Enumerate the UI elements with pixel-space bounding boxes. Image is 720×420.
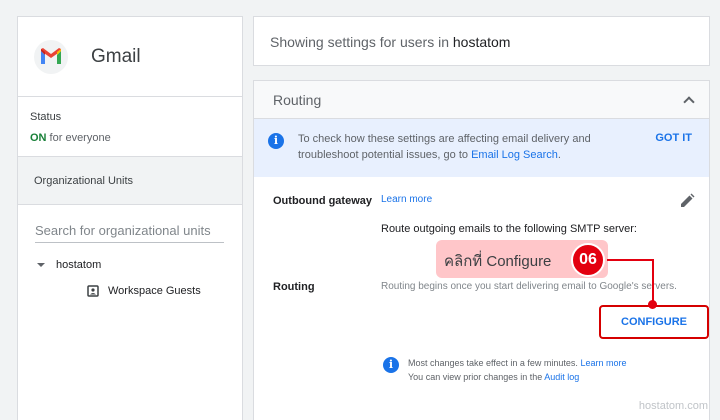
footer-learn-more-link[interactable]: Learn more: [580, 358, 626, 368]
callout-text: คลิกที่ Configure: [444, 253, 552, 270]
gmail-logo-icon: [34, 39, 68, 74]
tree-item-workspace-guests[interactable]: Workspace Guests: [87, 285, 242, 297]
tree-item-label: hostatom: [56, 259, 102, 271]
annotation-dot: [648, 300, 657, 309]
tree-item-label: Workspace Guests: [108, 285, 201, 297]
sidebar: Gmail Status ON for everyone Organizatio…: [17, 16, 243, 420]
ou-header: Organizational Units: [18, 157, 242, 205]
configure-button[interactable]: CONFIGURE: [599, 305, 709, 339]
route-description: Route outgoing emails to the following S…: [381, 223, 637, 235]
outbound-gateway-label: Outbound gateway: [273, 195, 372, 207]
status-section: Status ON for everyone: [18, 97, 242, 157]
caret-down-icon[interactable]: [37, 263, 45, 267]
panel-title: Routing: [273, 91, 322, 108]
app-name: Gmail: [91, 45, 141, 67]
status-suffix: for everyone: [46, 132, 111, 144]
org-scope-bar: Showing settings for users in hostatom: [253, 16, 710, 66]
scope-prefix: Showing settings for users in: [270, 34, 453, 50]
ou-search-input[interactable]: Search for organizational units: [35, 223, 224, 243]
info-icon: i: [268, 133, 284, 149]
info-icon: i: [383, 357, 399, 373]
footer-note: Most changes take effect in a few minute…: [408, 358, 627, 382]
routing-label: Routing: [273, 281, 315, 293]
chevron-up-icon[interactable]: [683, 96, 695, 108]
info-banner: i To check how these settings are affect…: [254, 119, 709, 177]
routing-note: Routing begins once you start delivering…: [381, 281, 677, 292]
status-label: Status: [30, 111, 62, 123]
got-it-button[interactable]: GOT IT: [655, 132, 692, 144]
scope-org: hostatom: [452, 34, 511, 50]
panel-header[interactable]: Routing: [254, 81, 709, 119]
audit-log-link[interactable]: Audit log: [544, 372, 579, 382]
learn-more-link[interactable]: Learn more: [381, 194, 432, 205]
status-on: ON: [30, 132, 47, 144]
app-header: Gmail: [18, 17, 242, 97]
annotation-connector: [652, 259, 654, 303]
contact-card-icon: [87, 285, 99, 297]
banner-text: To check how these settings are affectin…: [298, 133, 591, 161]
annotation-connector: [607, 259, 654, 261]
status-value: ON for everyone: [30, 132, 242, 144]
watermark: hostatom.com: [638, 400, 708, 412]
edit-pencil-icon[interactable]: [679, 193, 695, 209]
step-badge: 06: [571, 243, 605, 277]
tree-item-hostatom[interactable]: hostatom: [37, 259, 242, 271]
email-log-search-link[interactable]: Email Log Search: [471, 149, 558, 161]
